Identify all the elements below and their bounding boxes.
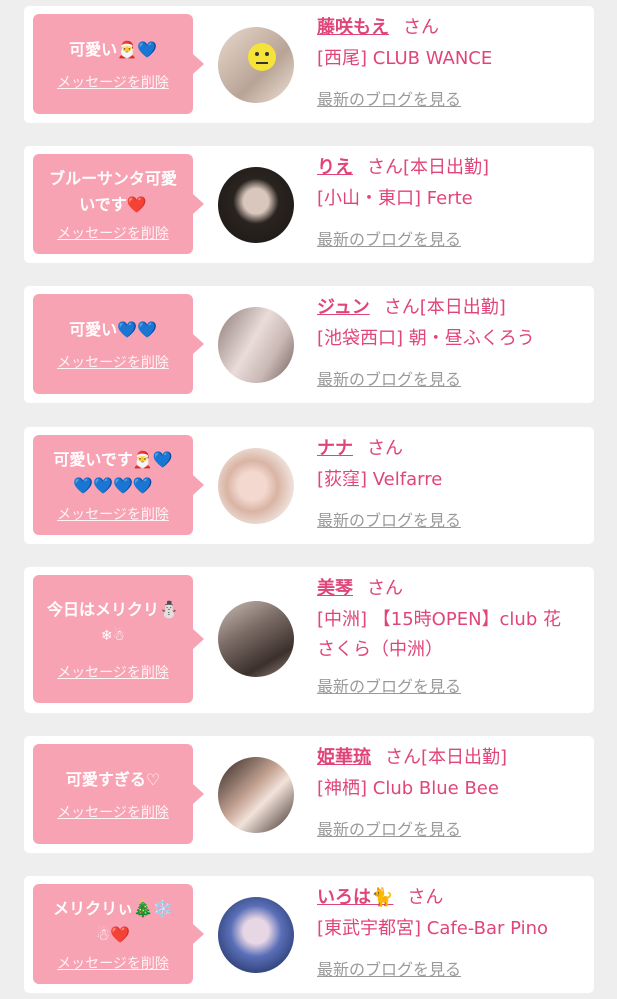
avatar[interactable] — [218, 448, 294, 524]
delete-message-link[interactable]: メッセージを削除 — [57, 953, 169, 973]
message-text: 可愛い💙💙 — [69, 320, 157, 339]
name-suffix: さん — [403, 17, 439, 38]
cast-info: 美琴 さん [中洲] 【15時OPEN】club 花 さくら（中洲） 最新のブログ… — [317, 577, 587, 697]
blog-link[interactable]: 最新のブログを見る — [317, 956, 461, 980]
message-text: 可愛い🎅💙 — [69, 40, 157, 59]
cast-info: 藤咲もえ さん [西尾] CLUB WANCE 最新のブログを見る — [317, 16, 587, 110]
cast-info: 姫華琉 さん[本日出勤] [神栖] Club Blue Bee 最新のブログを見る — [317, 746, 587, 840]
list-item: 可愛い🎅💙 メッセージを削除 藤咲もえ さん [西尾] CLUB WANCE 最新… — [24, 6, 594, 123]
message-text-line2: ❄☃ — [100, 628, 126, 644]
shop-name: [東武宇都宮] Cafe-Bar Pino — [317, 918, 549, 939]
shop-name: [荻窪] Velfarre — [317, 469, 443, 490]
avatar[interactable] — [218, 307, 294, 383]
list-item: 可愛い💙💙 メッセージを削除 ジュン さん[本日出勤] [池袋西口] 朝・昼ふくろ… — [24, 286, 594, 403]
blog-link[interactable]: 最新のブログを見る — [317, 366, 461, 390]
delete-message-link[interactable]: メッセージを削除 — [57, 662, 169, 682]
message-bubble: ブルーサンタ可愛 いです❤️ メッセージを削除 — [33, 154, 204, 254]
avatar[interactable] — [218, 757, 294, 833]
name-suffix: さん — [367, 438, 403, 459]
list-item: 可愛すぎる♡ メッセージを削除 姫華琉 さん[本日出勤] [神栖] Club Bl… — [24, 736, 594, 853]
shop-name: [西尾] CLUB WANCE — [317, 48, 493, 69]
shop-name-line2: さくら（中洲） — [317, 639, 443, 660]
message-list: 可愛い🎅💙 メッセージを削除 藤咲もえ さん [西尾] CLUB WANCE 最新… — [0, 0, 617, 999]
name-suffix: さん — [407, 887, 444, 908]
avatar[interactable] — [218, 27, 294, 103]
shop-name: [池袋西口] 朝・昼ふくろう — [317, 328, 535, 349]
message-bubble: メリクリぃ🎄❄️ ☃❤️ メッセージを削除 — [33, 884, 204, 984]
delete-message-link[interactable]: メッセージを削除 — [57, 223, 169, 243]
message-text: メリクリぃ🎄❄️ — [53, 899, 173, 918]
message-text: 今日はメリクリ⛄ — [47, 600, 179, 619]
cast-info: りえ さん[本日出勤] [小山・東口] Ferte 最新のブログを見る — [317, 156, 587, 250]
blog-link[interactable]: 最新のブログを見る — [317, 673, 461, 697]
message-bubble: 可愛すぎる♡ メッセージを削除 — [33, 744, 204, 844]
message-text-line2: いです❤️ — [79, 195, 147, 214]
message-bubble: 可愛い💙💙 メッセージを削除 — [33, 294, 204, 394]
list-item: 可愛いです🎅💙 💙💙💙💙 メッセージを削除 ナナ さん [荻窪] Velfarre… — [24, 427, 594, 544]
avatar[interactable] — [218, 601, 294, 677]
cast-name[interactable]: りえ — [317, 157, 353, 178]
message-text-line2: ☃❤️ — [95, 925, 131, 944]
avatar[interactable] — [218, 167, 294, 243]
name-suffix: さん[本日出勤] — [385, 747, 508, 768]
list-item: 今日はメリクリ⛄ ❄☃ メッセージを削除 美琴 さん [中洲] 【15時OPEN】… — [24, 567, 594, 713]
delete-message-link[interactable]: メッセージを削除 — [57, 802, 169, 822]
delete-message-link[interactable]: メッセージを削除 — [57, 352, 169, 372]
delete-message-link[interactable]: メッセージを削除 — [57, 72, 169, 92]
message-bubble: 可愛い🎅💙 メッセージを削除 — [33, 14, 204, 114]
cast-name[interactable]: 藤咲もえ — [317, 17, 389, 38]
cast-name[interactable]: いろは🐈 — [317, 887, 393, 908]
name-suffix: さん[本日出勤] — [367, 157, 490, 178]
message-text: 可愛いです🎅💙 — [53, 450, 173, 469]
cast-name[interactable]: 美琴 — [317, 578, 353, 599]
delete-message-link[interactable]: メッセージを削除 — [57, 504, 169, 524]
list-item: メリクリぃ🎄❄️ ☃❤️ メッセージを削除 いろは🐈 さん [東武宇都宮] Caf… — [24, 876, 594, 993]
message-text-line2: 💙💙💙💙 — [73, 476, 153, 495]
message-text: 可愛すぎる♡ — [65, 770, 161, 789]
name-suffix: さん[本日出勤] — [383, 297, 506, 318]
blog-link[interactable]: 最新のブログを見る — [317, 816, 461, 840]
cast-name[interactable]: 姫華琉 — [317, 747, 371, 768]
cast-name[interactable]: ナナ — [317, 438, 353, 459]
blog-link[interactable]: 最新のブログを見る — [317, 226, 461, 250]
name-suffix: さん — [367, 578, 403, 599]
shop-name: [神栖] Club Blue Bee — [317, 778, 499, 799]
blog-link[interactable]: 最新のブログを見る — [317, 86, 461, 110]
emoji-face-icon — [248, 43, 276, 71]
message-bubble: 今日はメリクリ⛄ ❄☃ メッセージを削除 — [33, 575, 204, 703]
message-bubble: 可愛いです🎅💙 💙💙💙💙 メッセージを削除 — [33, 435, 204, 535]
cast-info: いろは🐈 さん [東武宇都宮] Cafe-Bar Pino 最新のブログを見る — [317, 886, 587, 980]
cast-info: ナナ さん [荻窪] Velfarre 最新のブログを見る — [317, 437, 587, 531]
list-item: ブルーサンタ可愛 いです❤️ メッセージを削除 りえ さん[本日出勤] [小山・東… — [24, 146, 594, 263]
message-text: ブルーサンタ可愛 — [49, 169, 177, 188]
cast-info: ジュン さん[本日出勤] [池袋西口] 朝・昼ふくろう 最新のブログを見る — [317, 296, 587, 390]
avatar[interactable] — [218, 897, 294, 973]
shop-name: [中洲] 【15時OPEN】club 花 — [317, 609, 561, 630]
shop-name: [小山・東口] Ferte — [317, 188, 473, 209]
blog-link[interactable]: 最新のブログを見る — [317, 507, 461, 531]
cast-name[interactable]: ジュン — [317, 297, 370, 318]
